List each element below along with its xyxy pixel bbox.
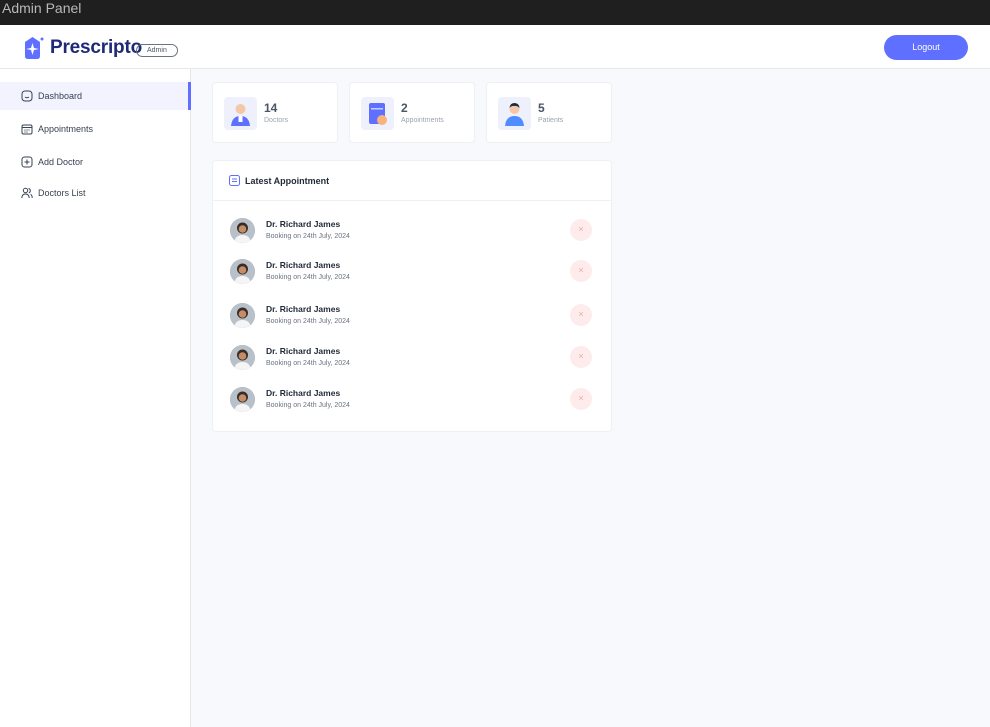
sidebar-item-label: Doctors List	[38, 188, 86, 198]
appointment-row: Dr. Richard James Booking on 24th July, …	[213, 258, 611, 288]
logo-icon	[25, 37, 44, 59]
latest-appointments-panel: Latest Appointment Dr. Richard James Boo…	[212, 160, 612, 432]
stat-card-appointments: 2 Appointments	[349, 82, 475, 143]
window-title: Admin Panel	[2, 0, 82, 16]
doctor-name: Dr. Richard James	[266, 346, 341, 356]
cancel-button[interactable]: ×	[570, 388, 592, 410]
cancel-button[interactable]: ×	[570, 346, 592, 368]
booking-date: Booking on 24th July, 2024	[266, 402, 350, 409]
appointment-row: Dr. Richard James Booking on 24th July, …	[213, 386, 611, 416]
avatar	[230, 345, 255, 370]
calendar-icon	[21, 124, 33, 135]
sidebar-item-add-doctor[interactable]: Add Doctor	[0, 148, 191, 176]
sidebar-item-label: Dashboard	[38, 91, 83, 101]
doctor-name: Dr. Richard James	[266, 219, 341, 229]
booking-date: Booking on 24th July, 2024	[266, 274, 350, 281]
doctor-name: Dr. Richard James	[266, 388, 341, 398]
cancel-button[interactable]: ×	[570, 219, 592, 241]
people-icon	[21, 187, 33, 199]
doctor-name: Dr. Richard James	[266, 304, 341, 314]
list-icon	[229, 175, 240, 186]
home-icon	[21, 90, 33, 102]
sidebar: Dashboard Appointments Add Doctor Doctor…	[0, 69, 191, 727]
avatar	[230, 303, 255, 328]
appointments-icon	[361, 97, 394, 130]
booking-date: Booking on 24th July, 2024	[266, 233, 350, 240]
cancel-button[interactable]: ×	[570, 260, 592, 282]
avatar	[230, 218, 255, 243]
patients-label: Patients	[538, 117, 564, 124]
avatar	[230, 259, 255, 284]
sidebar-item-appointments[interactable]: Appointments	[0, 115, 191, 143]
brand-name: Prescripto	[50, 37, 142, 58]
logout-button[interactable]: Logout	[884, 35, 968, 60]
top-navbar: Prescripto Admin Logout	[0, 25, 990, 69]
patients-count: 5	[538, 101, 545, 115]
booking-date: Booking on 24th July, 2024	[266, 318, 350, 325]
doctor-icon	[224, 97, 257, 130]
doctor-name: Dr. Richard James	[266, 260, 341, 270]
add-icon	[21, 156, 33, 168]
doctors-label: Doctors	[264, 117, 289, 124]
sidebar-item-doctors-list[interactable]: Doctors List	[0, 179, 191, 207]
stat-card-doctors: 14 Doctors	[212, 82, 338, 143]
window-titlebar: Admin Panel	[0, 0, 990, 25]
appointments-count: 2	[401, 101, 408, 115]
appointment-row: Dr. Richard James Booking on 24th July, …	[213, 217, 611, 247]
booking-date: Booking on 24th July, 2024	[266, 360, 350, 367]
panel-title: Latest Appointment	[245, 176, 330, 186]
sidebar-item-label: Appointments	[38, 124, 94, 134]
avatar	[230, 387, 255, 412]
appointment-row: Dr. Richard James Booking on 24th July, …	[213, 302, 611, 332]
admin-badge: Admin	[136, 44, 178, 57]
panel-header: Latest Appointment	[213, 161, 611, 201]
stat-card-patients: 5 Patients	[486, 82, 612, 143]
patient-icon	[498, 97, 531, 130]
sidebar-item-label: Add Doctor	[38, 157, 84, 167]
appointment-row: Dr. Richard James Booking on 24th July, …	[213, 344, 611, 374]
appointments-label: Appointments	[401, 117, 444, 124]
cancel-button[interactable]: ×	[570, 304, 592, 326]
doctors-count: 14	[264, 101, 278, 115]
sidebar-item-dashboard[interactable]: Dashboard	[0, 82, 191, 110]
